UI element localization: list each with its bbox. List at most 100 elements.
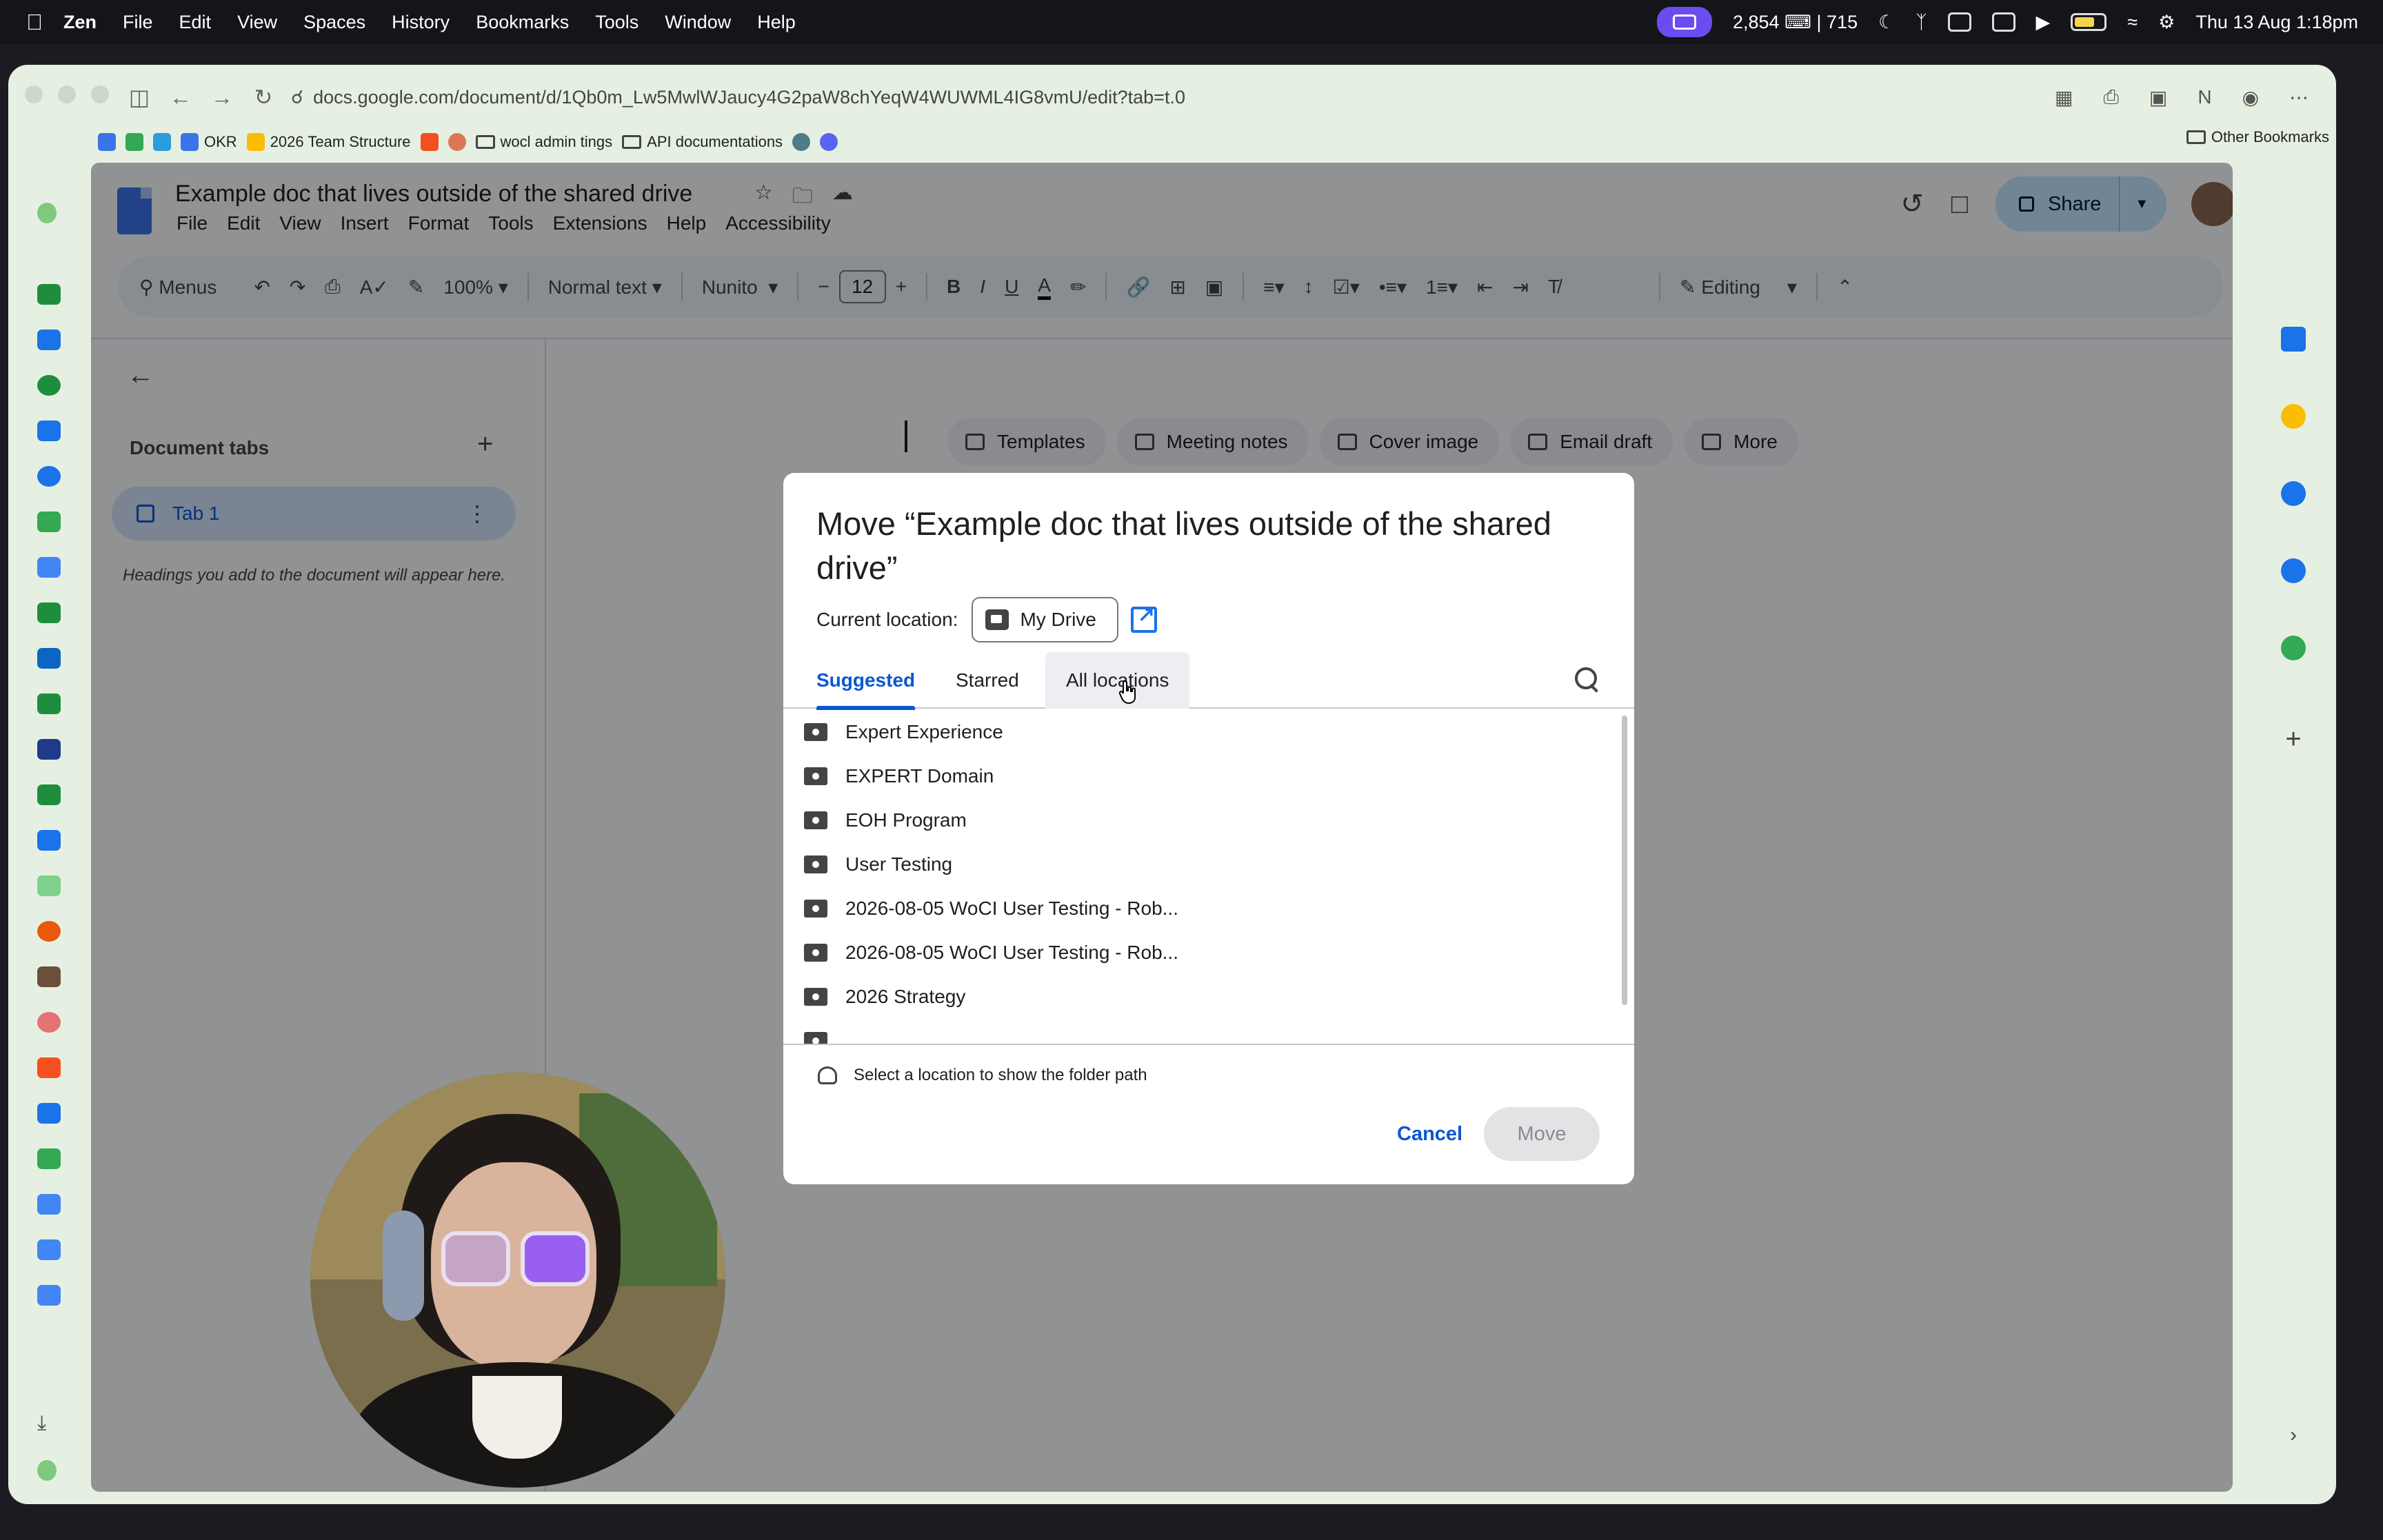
reader-mode-icon[interactable]: ▦ [2055, 86, 2073, 109]
back-icon[interactable]: ← [167, 85, 194, 110]
tab-all-locations[interactable]: All locations [1045, 652, 1190, 709]
screen-record-icon[interactable] [1656, 7, 1712, 37]
menu-app-name[interactable]: Zen [63, 12, 97, 33]
site-info-icon[interactable]: ☌ [291, 87, 303, 108]
play-icon[interactable]: ▶ [2036, 12, 2051, 33]
menubar-datetime[interactable]: Thu 13 Aug 1:18pm [2195, 12, 2358, 33]
menu-window[interactable]: Window [665, 12, 731, 33]
sidebar-app-icon[interactable] [37, 466, 61, 487]
bookmark-drive-icon[interactable] [125, 133, 143, 151]
sidebar-app-icon[interactable] [37, 966, 61, 987]
minimize-window-icon[interactable] [58, 85, 76, 103]
bookmark-app-icon[interactable] [153, 133, 171, 151]
apple-icon[interactable]:  [26, 10, 43, 35]
scrollbar[interactable] [1622, 716, 1627, 1005]
more-icon[interactable]: ⋯ [2289, 86, 2309, 109]
list-item[interactable] [783, 1019, 1634, 1044]
sidebar-app-icon[interactable] [37, 602, 61, 623]
linkedin-icon[interactable] [37, 648, 61, 669]
list-item[interactable]: 2026-08-05 WoCI User Testing - Rob... [783, 931, 1634, 975]
wifi-icon[interactable]: ≈ [2127, 12, 2138, 33]
list-item[interactable]: 2026-08-05 WoCI User Testing - Rob... [783, 886, 1634, 931]
notion-icon[interactable]: N [2198, 86, 2211, 108]
list-item[interactable]: EXPERT Domain [783, 754, 1634, 798]
sidebar-app-icon[interactable] [37, 1057, 61, 1078]
add-icon[interactable]: + [2281, 725, 2306, 753]
contacts-icon[interactable] [2281, 558, 2306, 583]
list-item[interactable]: User Testing [783, 842, 1634, 886]
menu-help[interactable]: Help [757, 12, 796, 33]
reload-icon[interactable]: ↻ [250, 84, 277, 110]
moon-icon[interactable]: ☾ [1878, 12, 1895, 33]
menu-spaces[interactable]: Spaces [303, 12, 365, 33]
tab-suggested[interactable]: Suggested [816, 652, 916, 710]
keep-icon[interactable] [2281, 404, 2306, 429]
chevron-right-icon[interactable]: › [2281, 1423, 2306, 1448]
sidebar-app-icon[interactable] [37, 921, 61, 942]
docs-icon[interactable] [37, 557, 61, 578]
app-status-icon[interactable] [1947, 12, 1971, 32]
open-in-new-icon[interactable] [1130, 602, 1157, 633]
sidebar-toggle-icon[interactable]: ◫ [125, 84, 153, 110]
control-center-icon[interactable]: ⚙ [2158, 12, 2175, 33]
bookmark-orange-icon[interactable] [420, 133, 439, 151]
bookmark-discord-icon[interactable] [820, 133, 838, 151]
forward-icon[interactable]: → [208, 85, 236, 110]
extension-2-icon[interactable]: ◉ [2242, 86, 2259, 109]
menu-file[interactable]: File [123, 12, 153, 33]
tab-starred[interactable]: Starred [956, 652, 1019, 709]
bookmark-gear-icon[interactable] [792, 133, 811, 151]
current-location-button[interactable]: My Drive [972, 597, 1118, 642]
calendar-icon[interactable] [37, 421, 61, 441]
list-item[interactable]: Expert Experience [783, 710, 1634, 754]
mouse-pointer-icon [1118, 680, 1136, 705]
list-item[interactable]: EOH Program [783, 798, 1634, 842]
docs-icon[interactable] [37, 1194, 61, 1215]
drive-icon[interactable] [37, 1148, 61, 1169]
calendar-icon[interactable] [2281, 327, 2306, 352]
status-counter[interactable]: 2,854 ⌨ | 715 [1733, 12, 1858, 33]
docs-icon[interactable] [37, 1239, 61, 1260]
battery-icon[interactable] [2071, 13, 2107, 31]
search-icon[interactable] [1575, 667, 1600, 692]
list-item[interactable]: 2026 Strategy [783, 975, 1634, 1019]
sidebar-app-icon[interactable] [37, 1012, 61, 1033]
zoom-window-icon[interactable] [91, 85, 109, 103]
menu-bookmarks[interactable]: Bookmarks [476, 12, 569, 33]
sidebar-app-icon[interactable] [37, 375, 61, 396]
move-button[interactable]: Move [1484, 1107, 1600, 1161]
maps-icon[interactable] [2281, 636, 2306, 660]
sidebar-app-icon[interactable] [37, 284, 61, 305]
bookmark-folder-api[interactable]: API documentations [622, 133, 783, 151]
people-icon[interactable] [37, 1103, 61, 1124]
bookmark-okr[interactable]: OKR [181, 133, 237, 151]
drive-icon[interactable] [37, 511, 61, 532]
zen-logo-icon[interactable] [37, 1460, 57, 1481]
sidebar-app-icon[interactable] [37, 784, 61, 805]
sidebar-app-icon[interactable] [37, 830, 61, 851]
bookmark-claude-icon[interactable] [448, 133, 466, 151]
display-icon[interactable] [1991, 12, 2015, 32]
print-icon[interactable]: ⎙ [2103, 86, 2118, 109]
menu-history[interactable]: History [392, 12, 450, 33]
extension-icon[interactable]: ▣ [2149, 86, 2167, 109]
url-text[interactable]: docs.google.com/document/d/1Qb0m_Lw5MwlW… [313, 87, 1185, 108]
sidebar-app-icon[interactable] [37, 739, 61, 760]
tasks-icon[interactable] [2281, 481, 2306, 506]
bookmark-team-structure[interactable]: 2026 Team Structure [246, 133, 411, 151]
sidebar-app-icon[interactable] [37, 875, 61, 896]
sidebar-app-icon[interactable] [37, 693, 61, 714]
calendar-icon[interactable] [37, 330, 61, 350]
other-bookmarks[interactable]: Other Bookmarks [2186, 128, 2329, 146]
docs-icon[interactable] [37, 1285, 61, 1306]
bookmark-icon-1[interactable] [98, 133, 116, 151]
bluetooth-icon[interactable]: ᛉ [1916, 12, 1927, 33]
menu-tools[interactable]: Tools [595, 12, 639, 33]
close-window-icon[interactable] [25, 85, 43, 103]
bookmark-folder-admin[interactable]: wocl admin tings [475, 133, 612, 151]
cancel-button[interactable]: Cancel [1383, 1107, 1476, 1161]
download-icon[interactable]: ⤓ [37, 1412, 61, 1435]
zen-logo-icon[interactable] [37, 203, 57, 223]
menu-edit[interactable]: Edit [179, 12, 212, 33]
menu-view[interactable]: View [237, 12, 277, 33]
